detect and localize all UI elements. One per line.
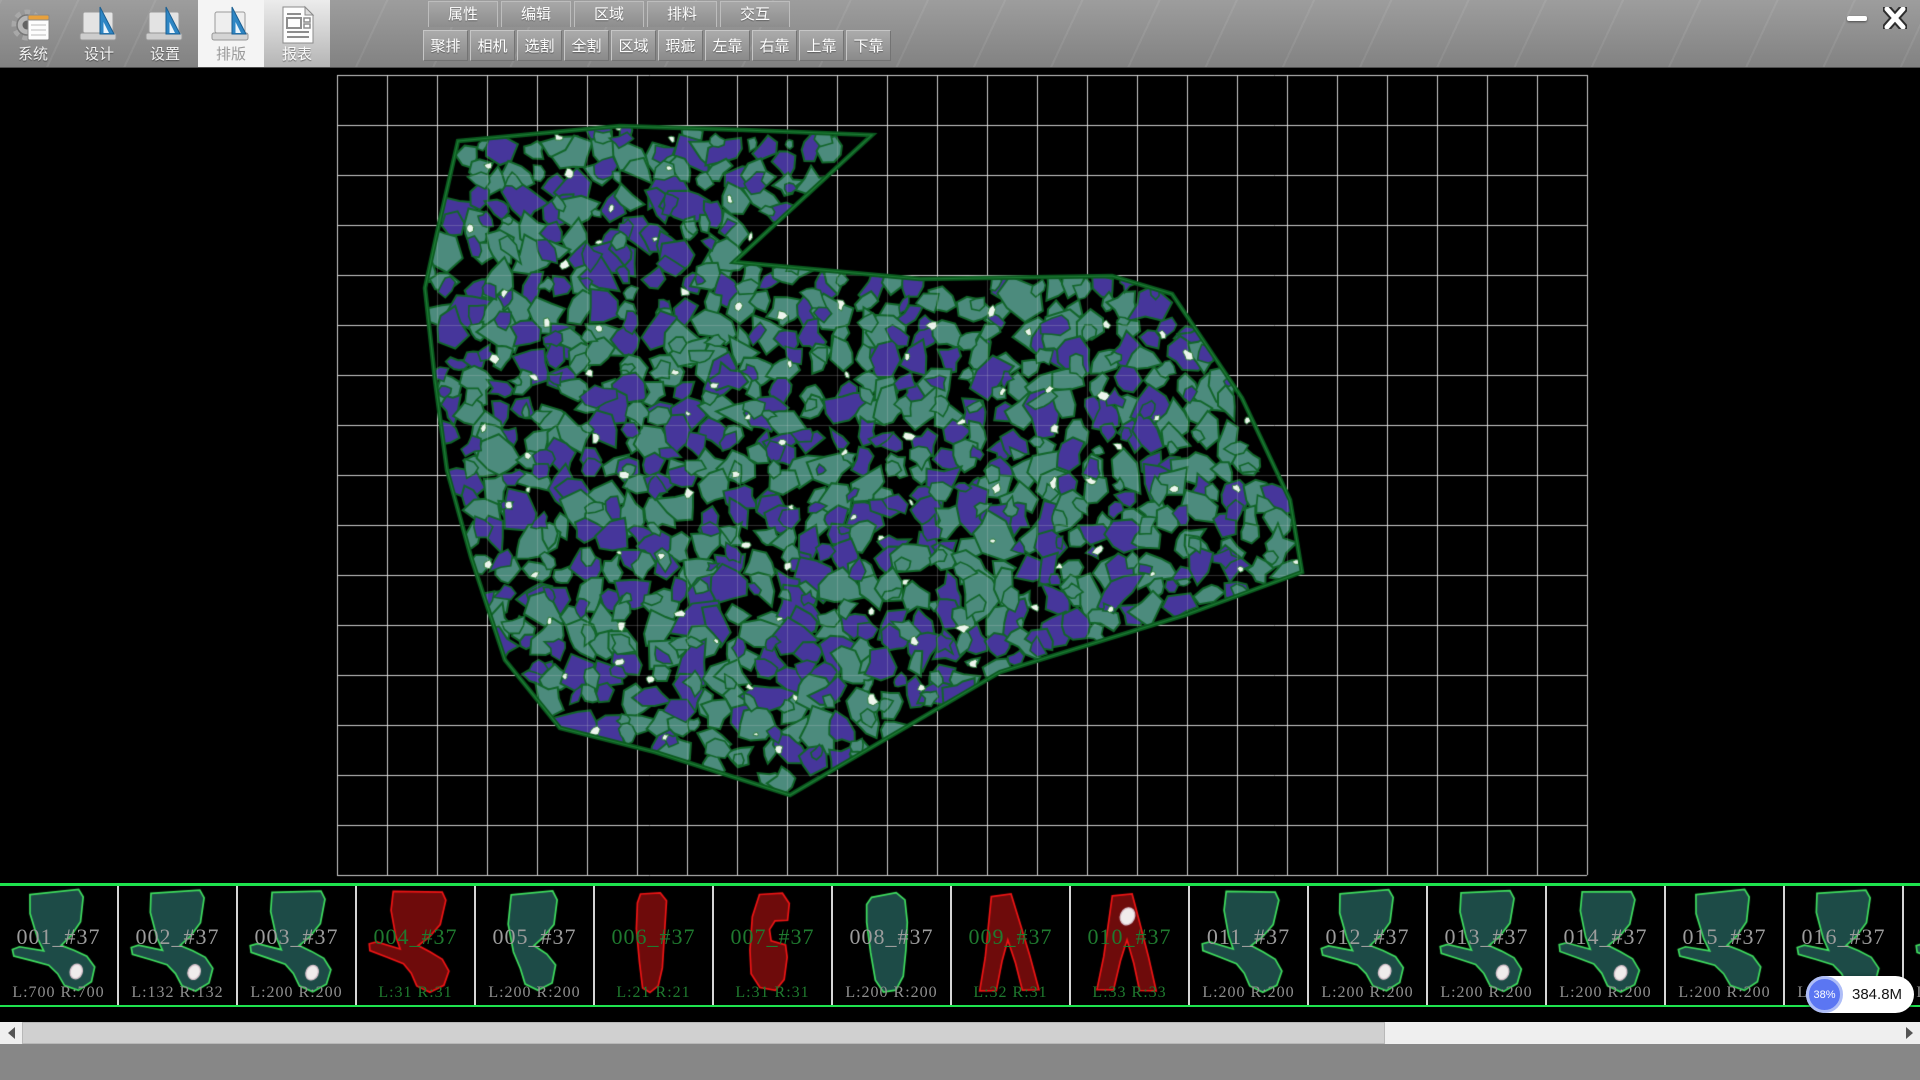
mode-button-label: 系统 <box>0 43 66 64</box>
piece-thumbnail-005[interactable]: 005_#37 L:200 R:200 <box>476 886 595 1005</box>
ribbon-button-align-right[interactable]: 右靠 <box>752 30 797 61</box>
piece-thumbnail-004[interactable]: 004_#37 L:31 R:31 <box>357 886 476 1005</box>
bottom-status-strip <box>0 1044 1920 1080</box>
piece-thumbnail-009[interactable]: 009_#37 L:32 R:31 <box>952 886 1071 1005</box>
piece-name: 008_#37 <box>833 924 950 950</box>
scroll-left-icon <box>8 1027 15 1039</box>
ribbon-button-cluster-nest[interactable]: 聚排 <box>423 30 468 61</box>
piece-lr-count: L:700 R:700 <box>0 984 117 1002</box>
piece-thumbnail-012[interactable]: 012_#37 L:200 R:200 <box>1309 886 1428 1005</box>
piece-name: 004_#37 <box>357 924 474 950</box>
piece-name: 005_#37 <box>476 924 593 950</box>
piece-name: 015_#37 <box>1666 924 1783 950</box>
ribbon-button-select-cut[interactable]: 选割 <box>517 30 562 61</box>
piece-name: 012_#37 <box>1309 924 1426 950</box>
piece-lr-count: L:200 R:200 <box>1666 984 1783 1002</box>
tab-properties[interactable]: 属性 <box>428 1 498 27</box>
scroll-right-button[interactable] <box>1898 1022 1920 1044</box>
piece-name: 011_#37 <box>1190 924 1307 950</box>
piece-lr-count: L:200 R:200 <box>238 984 355 1002</box>
piece-lr-count: L:32 R:31 <box>952 984 1069 1002</box>
memory-usage-label: 384.8M <box>1852 986 1902 1003</box>
piece-lr-count: L:200 R:200 <box>1547 984 1664 1002</box>
horizontal-scrollbar <box>0 1022 1920 1044</box>
piece-name: 001_#37 <box>0 924 117 950</box>
ribbon-button-align-left[interactable]: 左靠 <box>705 30 750 61</box>
tab-interact[interactable]: 交互 <box>720 1 790 27</box>
piece-thumbnail-014[interactable]: 014_#37 L:200 R:200 <box>1547 886 1666 1005</box>
close-button[interactable] <box>1880 6 1910 30</box>
piece-thumbnail-015[interactable]: 015_#37 L:200 R:200 <box>1666 886 1785 1005</box>
nesting-workspace-canvas[interactable] <box>0 68 1920 883</box>
piece-thumbnail-011[interactable]: 011_#37 L:200 R:200 <box>1190 886 1309 1005</box>
piece-lr-count: L:200 R:200 <box>833 984 950 1002</box>
piece-lr-count: L:200 R:200 <box>1309 984 1426 1002</box>
tab-edit[interactable]: 编辑 <box>501 1 571 27</box>
mode-button-nesting-selected[interactable]: 排版 <box>198 0 264 67</box>
minimize-button[interactable] <box>1842 6 1872 30</box>
piece-name: 016_#37 <box>1785 924 1902 950</box>
piece-name: 014_#37 <box>1547 924 1664 950</box>
piece-thumbnail-007[interactable]: 007_#37 L:31 R:31 <box>714 886 833 1005</box>
tab-region[interactable]: 区域 <box>574 1 644 27</box>
mode-button-label: 排版 <box>198 43 264 64</box>
ribbon-button-align-top[interactable]: 上靠 <box>799 30 844 61</box>
piece-lr-count: L:31 R:31 <box>714 984 831 1002</box>
piece-name: 013_#37 <box>1428 924 1545 950</box>
ribbon-button-camera[interactable]: 相机 <box>470 30 515 61</box>
mode-button-label: 报表 <box>264 43 330 64</box>
ribbon-button-defect[interactable]: 瑕疵 <box>658 30 703 61</box>
mode-button-report[interactable]: 报表 <box>264 0 330 67</box>
piece-name: 006_#37 <box>595 924 712 950</box>
piece-name: 009_#37 <box>952 924 1069 950</box>
window-controls <box>1842 6 1910 30</box>
piece-lr-count: L:33 R:33 <box>1071 984 1188 1002</box>
piece-lr-count: L:31 R:31 <box>357 984 474 1002</box>
piece-thumbnail-strip: 001_#37 L:700 R:700 002_#37 L:132 R:132 00… <box>0 883 1920 1007</box>
piece-thumbnail-001[interactable]: 001_#37 L:700 R:700 <box>0 886 119 1005</box>
piece-lr-count: L:200 R:200 <box>1428 984 1545 1002</box>
piece-thumbnail-008[interactable]: 008_#37 L:200 R:200 <box>833 886 952 1005</box>
mode-button-design[interactable]: 设计 <box>66 0 132 67</box>
top-toolbar: 系统 设计 设置 <box>0 0 1920 68</box>
scroll-left-button[interactable] <box>0 1022 22 1044</box>
mode-button-settings[interactable]: 设置 <box>132 0 198 67</box>
close-icon <box>1883 7 1907 29</box>
piece-thumbnail-013[interactable]: 013_#37 L:200 R:200 <box>1428 886 1547 1005</box>
progress-percent: 38% <box>1813 989 1835 1001</box>
memory-status-badge: 38% 384.8M <box>1806 976 1914 1013</box>
piece-name: 002_#37 <box>119 924 236 950</box>
tab-nesting[interactable]: 排料 <box>647 1 717 27</box>
progress-circle: 38% <box>1806 976 1843 1013</box>
piece-name: 003_#37 <box>238 924 355 950</box>
piece-name: 007_#37 <box>714 924 831 950</box>
scroll-right-icon <box>1906 1027 1913 1039</box>
piece-thumbnail-002[interactable]: 002_#37 L:132 R:132 <box>119 886 238 1005</box>
mode-button-label: 设计 <box>66 43 132 64</box>
piece-thumbnail-006[interactable]: 006_#37 L:21 R:21 <box>595 886 714 1005</box>
minimize-icon <box>1847 16 1867 21</box>
mode-button-label: 设置 <box>132 43 198 64</box>
piece-thumbnail-010[interactable]: 010_#37 L:33 R:33 <box>1071 886 1190 1005</box>
piece-name: 010_#37 <box>1071 924 1188 950</box>
application-window: 系统 设计 设置 <box>0 0 1920 1080</box>
ribbon-button-cut-all[interactable]: 全割 <box>564 30 609 61</box>
scrollbar-thumb[interactable] <box>22 1022 1385 1044</box>
piece-lr-count: L:200 R:200 <box>476 984 593 1002</box>
ribbon-button-region[interactable]: 区域 <box>611 30 656 61</box>
piece-thumbnail-003[interactable]: 003_#37 L:200 R:200 <box>238 886 357 1005</box>
ribbon-button-align-bottom[interactable]: 下靠 <box>846 30 891 61</box>
piece-name: 017_#37 <box>1904 924 1920 950</box>
mode-button-system[interactable]: 系统 <box>0 0 66 67</box>
piece-lr-count: L:132 R:132 <box>119 984 236 1002</box>
piece-lr-count: L:200 R:200 <box>1190 984 1307 1002</box>
piece-lr-count: L:21 R:21 <box>595 984 712 1002</box>
